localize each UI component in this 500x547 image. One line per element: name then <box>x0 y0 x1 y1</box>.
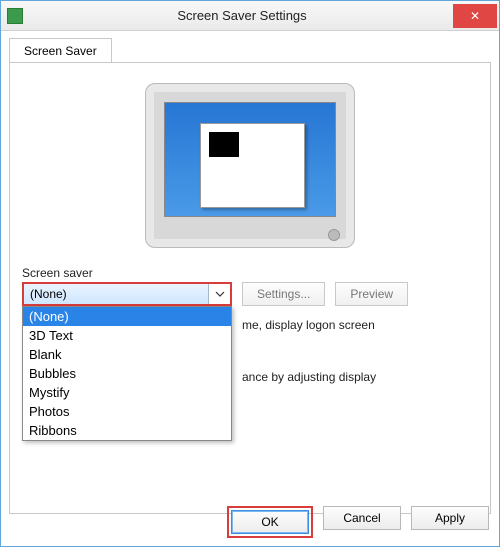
apply-button[interactable]: Apply <box>411 506 489 530</box>
preview-dialog-thumbnail <box>209 132 239 157</box>
screensaver-dropdown[interactable]: (None) <box>22 282 232 306</box>
option-blank[interactable]: Blank <box>23 345 231 364</box>
screensaver-selected-value: (None) <box>30 287 67 301</box>
resume-text-fragment: me, display logon screen <box>242 318 478 332</box>
screensaver-dropdown-list[interactable]: (None) 3D Text Blank Bubbles Mystify Pho… <box>22 306 232 441</box>
dialog-footer: OK Cancel Apply <box>227 506 489 538</box>
window-title: Screen Saver Settings <box>31 8 453 23</box>
close-button[interactable]: ✕ <box>453 4 497 28</box>
ok-button[interactable]: OK <box>231 510 309 534</box>
tab-screen-saver[interactable]: Screen Saver <box>9 38 112 63</box>
option-3d-text[interactable]: 3D Text <box>23 326 231 345</box>
titlebar: Screen Saver Settings ✕ <box>1 1 499 31</box>
monitor-screen <box>164 102 336 217</box>
close-icon: ✕ <box>470 9 480 23</box>
tab-panel: Screen saver (None) (None) 3D Text Blank… <box>9 62 491 514</box>
screensaver-preview <box>22 83 478 248</box>
screensaver-group-label: Screen saver <box>22 266 478 280</box>
monitor-graphic <box>145 83 355 248</box>
tab-strip: Screen Saver <box>1 31 499 62</box>
dropdown-caret[interactable] <box>208 284 230 304</box>
preview-button[interactable]: Preview <box>335 282 408 306</box>
option-ribbons[interactable]: Ribbons <box>23 421 231 440</box>
cancel-button[interactable]: Cancel <box>323 506 401 530</box>
settings-button[interactable]: Settings... <box>242 282 325 306</box>
screensaver-combo-wrap: (None) (None) 3D Text Blank Bubbles Myst… <box>22 282 232 306</box>
option-none[interactable]: (None) <box>23 307 231 326</box>
app-icon <box>7 8 23 24</box>
chevron-down-icon <box>215 289 225 299</box>
power-text-fragment: ance by adjusting display <box>242 370 478 384</box>
option-mystify[interactable]: Mystify <box>23 383 231 402</box>
monitor-power-led <box>328 229 340 241</box>
option-photos[interactable]: Photos <box>23 402 231 421</box>
ok-highlight: OK <box>227 506 313 538</box>
option-bubbles[interactable]: Bubbles <box>23 364 231 383</box>
screensaver-controls-row: (None) (None) 3D Text Blank Bubbles Myst… <box>22 282 478 306</box>
preview-dialog <box>200 123 305 208</box>
screen-saver-settings-window: Screen Saver Settings ✕ Screen Saver Scr… <box>0 0 500 547</box>
